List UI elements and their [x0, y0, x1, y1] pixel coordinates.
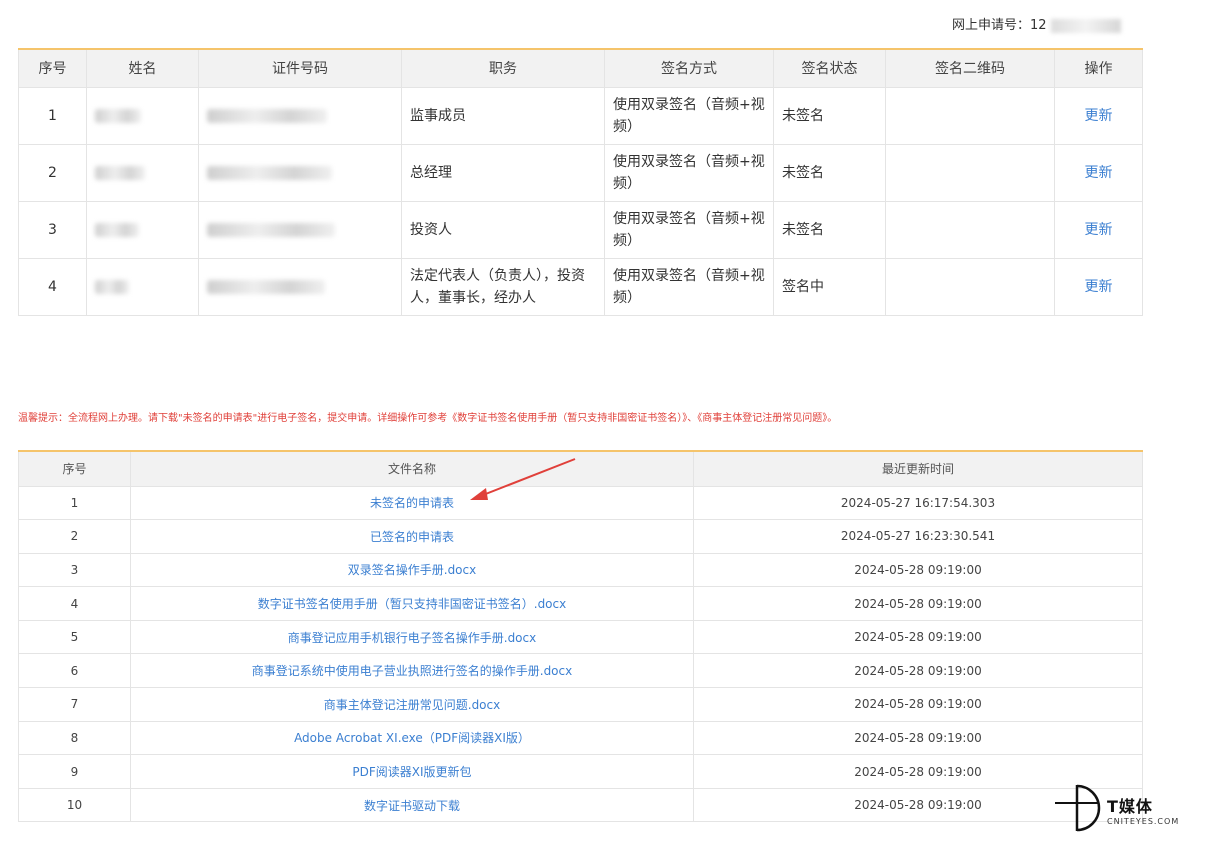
watermark-site: CNITEYES.COM — [1107, 817, 1180, 826]
table-row: 10 数字证书驱动下载 2024-05-28 09:19:00 — [18, 787, 1143, 823]
update-link[interactable]: 更新 — [1054, 257, 1143, 316]
signer-role: 法定代表人（负责人），投资人，董事长，经办人 — [401, 257, 605, 316]
update-link[interactable]: 更新 — [1054, 143, 1143, 202]
table-row: 4 数字证书签名使用手册（暂只支持非国密证书签名）.docx 2024-05-2… — [18, 586, 1143, 621]
file-link[interactable]: 商事主体登记注册常见问题.docx — [130, 687, 694, 722]
row-index: 7 — [18, 687, 131, 722]
signer-status: 未签名 — [773, 200, 886, 259]
table-row: 8 Adobe Acrobat XI.exe（PDF阅读器XI版） 2024-0… — [18, 720, 1143, 756]
signer-qrcode — [885, 257, 1055, 316]
header-updated-time: 最近更新时间 — [693, 450, 1143, 487]
update-link[interactable]: 更新 — [1054, 86, 1143, 145]
row-index: 5 — [18, 619, 131, 655]
signer-method: 使用双录签名（音频+视频） — [604, 86, 774, 145]
file-updated-time: 2024-05-28 09:19:00 — [693, 619, 1143, 655]
row-index: 10 — [18, 787, 131, 823]
file-updated-time: 2024-05-27 16:23:30.541 — [693, 519, 1143, 554]
signer-method: 使用双录签名（音频+视频） — [604, 200, 774, 259]
signer-method: 使用双录签名（音频+视频） — [604, 257, 774, 316]
table-row: 7 商事主体登记注册常见问题.docx 2024-05-28 09:19:00 — [18, 687, 1143, 722]
row-index: 4 — [18, 257, 87, 316]
file-updated-time: 2024-05-28 09:19:00 — [693, 653, 1143, 689]
signer-table-header: 序号 姓名 证件号码 职务 签名方式 签名状态 签名二维码 操作 — [18, 48, 1143, 88]
header-file-name: 文件名称 — [130, 450, 694, 487]
file-table-header: 序号 文件名称 最近更新时间 — [18, 450, 1143, 487]
signer-method: 使用双录签名（音频+视频） — [604, 143, 774, 202]
file-updated-time: 2024-05-28 09:19:00 — [693, 687, 1143, 722]
table-row: 9 PDF阅读器XI版更新包 2024-05-28 09:19:00 — [18, 754, 1143, 789]
row-index: 2 — [18, 143, 87, 202]
file-updated-time: 2024-05-27 16:17:54.303 — [693, 485, 1143, 521]
header-role: 职务 — [401, 48, 605, 88]
signer-qrcode — [885, 143, 1055, 202]
header-id-number: 证件号码 — [198, 48, 402, 88]
file-link[interactable]: 未签名的申请表 — [130, 485, 694, 521]
row-index: 2 — [18, 519, 131, 554]
table-row: 6 商事登记系统中使用电子营业执照进行签名的操作手册.docx 2024-05-… — [18, 653, 1143, 689]
signer-id-redacted — [198, 200, 402, 259]
row-index: 3 — [18, 200, 87, 259]
signer-id-redacted — [198, 143, 402, 202]
file-link[interactable]: 双录签名操作手册.docx — [130, 552, 694, 588]
file-link[interactable]: Adobe Acrobat XI.exe（PDF阅读器XI版） — [130, 720, 694, 756]
file-link[interactable]: 数字证书签名使用手册（暂只支持非国密证书签名）.docx — [130, 586, 694, 621]
table-row: 2 已签名的申请表 2024-05-27 16:23:30.541 — [18, 519, 1143, 554]
signer-name-redacted — [86, 257, 199, 316]
table-row: 3 双录签名操作手册.docx 2024-05-28 09:19:00 — [18, 552, 1143, 588]
watermark: T媒体 CNITEYES.COM — [1055, 783, 1205, 833]
row-index: 3 — [18, 552, 131, 588]
signer-id-redacted — [198, 86, 402, 145]
application-number-redacted — [1050, 18, 1121, 33]
header-sign-qrcode: 签名二维码 — [885, 48, 1055, 88]
update-link[interactable]: 更新 — [1054, 200, 1143, 259]
row-index: 6 — [18, 653, 131, 689]
signer-status: 签名中 — [773, 257, 886, 316]
row-index: 9 — [18, 754, 131, 789]
file-updated-time: 2024-05-28 09:19:00 — [693, 720, 1143, 756]
watermark-logo-icon — [1055, 784, 1101, 832]
header-sign-status: 签名状态 — [773, 48, 886, 88]
signer-role: 投资人 — [401, 200, 605, 259]
file-table: 序号 文件名称 最近更新时间 1 未签名的申请表 2024-05-27 16:1… — [18, 450, 1143, 823]
file-updated-time: 2024-05-28 09:19:00 — [693, 552, 1143, 588]
signer-qrcode — [885, 86, 1055, 145]
file-link[interactable]: 已签名的申请表 — [130, 519, 694, 554]
signer-status: 未签名 — [773, 143, 886, 202]
file-link[interactable]: 数字证书驱动下载 — [130, 787, 694, 823]
table-row: 5 商事登记应用手机银行电子签名操作手册.docx 2024-05-28 09:… — [18, 619, 1143, 655]
signer-id-redacted — [198, 257, 402, 316]
application-number: 网上申请号：12 — [952, 14, 1121, 33]
header-index: 序号 — [18, 48, 87, 88]
file-link[interactable]: PDF阅读器XI版更新包 — [130, 754, 694, 789]
signer-table: 序号 姓名 证件号码 职务 签名方式 签名状态 签名二维码 操作 1 监事成员 … — [18, 48, 1143, 316]
row-index: 4 — [18, 586, 131, 621]
watermark-brand: T媒体 — [1107, 797, 1153, 816]
application-number-label: 网上申请号：12 — [952, 18, 1047, 33]
header-action: 操作 — [1054, 48, 1143, 88]
row-index: 8 — [18, 720, 131, 756]
row-index: 1 — [18, 86, 87, 145]
table-row: 3 投资人 使用双录签名（音频+视频） 未签名 更新 — [18, 200, 1143, 259]
table-row: 4 法定代表人（负责人），投资人，董事长，经办人 使用双录签名（音频+视频） 签… — [18, 257, 1143, 316]
header-sign-method: 签名方式 — [604, 48, 774, 88]
signer-status: 未签名 — [773, 86, 886, 145]
file-updated-time: 2024-05-28 09:19:00 — [693, 586, 1143, 621]
table-row: 1 未签名的申请表 2024-05-27 16:17:54.303 — [18, 485, 1143, 521]
table-row: 1 监事成员 使用双录签名（音频+视频） 未签名 更新 — [18, 86, 1143, 145]
file-link[interactable]: 商事登记应用手机银行电子签名操作手册.docx — [130, 619, 694, 655]
file-link[interactable]: 商事登记系统中使用电子营业执照进行签名的操作手册.docx — [130, 653, 694, 689]
signer-role: 总经理 — [401, 143, 605, 202]
signer-name-redacted — [86, 200, 199, 259]
signer-role: 监事成员 — [401, 86, 605, 145]
header-name: 姓名 — [86, 48, 199, 88]
notice-tip: 温馨提示：全流程网上办理。请下载"未签名的申请表"进行电子签名，提交申请。详细操… — [18, 413, 838, 424]
header-index: 序号 — [18, 450, 131, 487]
signer-qrcode — [885, 200, 1055, 259]
signer-name-redacted — [86, 86, 199, 145]
row-index: 1 — [18, 485, 131, 521]
table-row: 2 总经理 使用双录签名（音频+视频） 未签名 更新 — [18, 143, 1143, 202]
signer-name-redacted — [86, 143, 199, 202]
